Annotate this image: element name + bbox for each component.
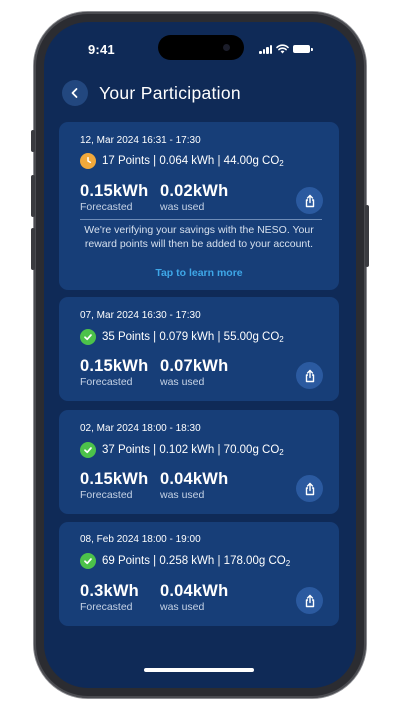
dynamic-island: [158, 35, 244, 60]
forecast-value: 0.15kWh: [80, 182, 149, 200]
app-screen: 9:41 Your Participation 12, Mar 2024 16:…: [44, 22, 356, 688]
forecast-label: Forecasted: [80, 201, 133, 213]
check-circle-icon: [80, 553, 96, 569]
participation-card: 08, Feb 2024 18:00 - 19:00 69 Points | 0…: [59, 522, 339, 626]
share-button[interactable]: [296, 362, 323, 389]
points-summary: 35 Points | 0.079 kWh | 55.00g CO2: [102, 330, 284, 344]
card-divider: [80, 219, 322, 220]
card-summary: 35 Points | 0.079 kWh | 55.00g CO2: [80, 329, 284, 345]
clock-icon: [80, 153, 96, 169]
used-label: was used: [160, 601, 205, 613]
wifi-icon: [276, 44, 289, 54]
forecast-value: 0.15kWh: [80, 357, 149, 375]
used-value: 0.07kWh: [160, 357, 229, 375]
used-metric: 0.04kWh was used: [160, 582, 228, 613]
status-time: 9:41: [88, 42, 115, 57]
card-summary: 37 Points | 0.102 kWh | 70.00g CO2: [80, 442, 284, 458]
used-metric: 0.07kWh was used: [160, 357, 228, 388]
points-summary: 17 Points | 0.064 kWh | 44.00g CO2: [102, 154, 284, 168]
share-button[interactable]: [296, 587, 323, 614]
participation-card: 07, Mar 2024 16:30 - 17:30 35 Points | 0…: [59, 297, 339, 401]
mute-switch: [31, 130, 35, 152]
share-button[interactable]: [296, 475, 323, 502]
card-summary: 17 Points | 0.064 kWh | 44.00g CO2: [80, 153, 284, 169]
used-value: 0.04kWh: [160, 582, 229, 600]
card-summary: 69 Points | 0.258 kWh | 178.00g CO2: [80, 553, 290, 569]
used-metric: 0.04kWh was used: [160, 470, 228, 501]
check-circle-icon: [80, 329, 96, 345]
participation-card: 02, Mar 2024 18:00 - 18:30 37 Points | 0…: [59, 410, 339, 514]
page-title: Your Participation: [99, 82, 241, 103]
card-date: 02, Mar 2024 18:00 - 18:30: [80, 423, 201, 434]
card-date: 07, Mar 2024 16:30 - 17:30: [80, 310, 201, 321]
share-icon: [305, 594, 314, 607]
used-value: 0.04kWh: [160, 470, 229, 488]
share-button[interactable]: [296, 187, 323, 214]
share-icon: [305, 369, 314, 382]
home-indicator[interactable]: [144, 668, 254, 672]
forecast-label: Forecasted: [80, 376, 133, 388]
volume-up-button: [31, 175, 35, 217]
points-summary: 37 Points | 0.102 kWh | 70.00g CO2: [102, 443, 284, 457]
card-date: 12, Mar 2024 16:31 - 17:30: [80, 135, 201, 146]
forecast-metric: 0.15kWh Forecasted: [80, 182, 148, 213]
cellular-signal-icon: [259, 44, 272, 54]
status-icons: [259, 44, 313, 54]
used-label: was used: [160, 376, 205, 388]
battery-icon: [293, 45, 313, 53]
status-bar: 9:41: [44, 22, 356, 72]
forecast-metric: 0.3kWh Forecasted: [80, 582, 139, 613]
points-summary: 69 Points | 0.258 kWh | 178.00g CO2: [102, 554, 291, 568]
participation-card: 12, Mar 2024 16:31 - 17:30 17 Points | 0…: [59, 122, 339, 290]
forecast-metric: 0.15kWh Forecasted: [80, 470, 148, 501]
back-button[interactable]: [62, 80, 88, 106]
page-header: Your Participation: [62, 78, 241, 108]
share-icon: [305, 194, 314, 207]
forecast-metric: 0.15kWh Forecasted: [80, 357, 148, 388]
used-label: was used: [160, 489, 205, 501]
forecast-value: 0.3kWh: [80, 582, 139, 600]
camera-icon: [223, 44, 230, 51]
forecast-label: Forecasted: [80, 601, 133, 613]
chevron-left-icon: [71, 88, 78, 98]
verification-note: We're verifying your savings with the NE…: [84, 224, 314, 250]
share-icon: [305, 482, 314, 495]
check-circle-icon: [80, 442, 96, 458]
learn-more-link[interactable]: Tap to learn more: [59, 267, 339, 279]
forecast-value: 0.15kWh: [80, 470, 149, 488]
used-value: 0.02kWh: [160, 182, 229, 200]
used-label: was used: [160, 201, 205, 213]
power-button: [365, 205, 369, 267]
forecast-label: Forecasted: [80, 489, 133, 501]
card-date: 08, Feb 2024 18:00 - 19:00: [80, 534, 201, 545]
volume-down-button: [31, 228, 35, 270]
used-metric: 0.02kWh was used: [160, 182, 228, 213]
